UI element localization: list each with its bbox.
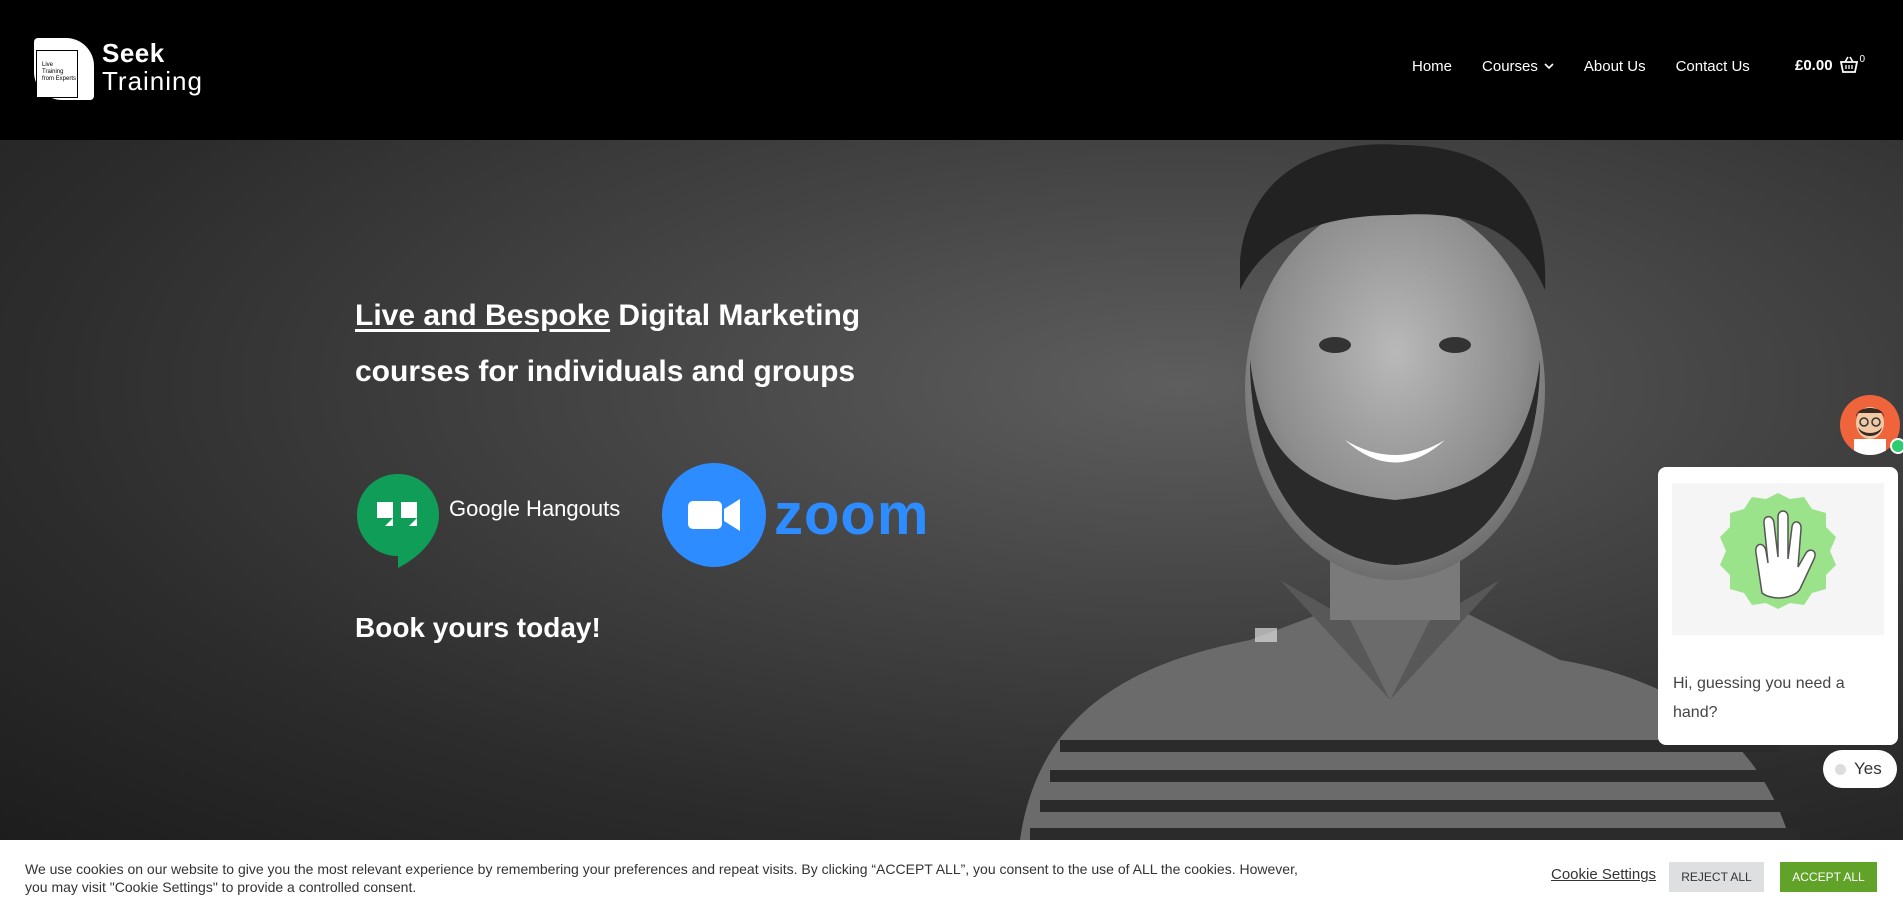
chat-message-card: Hi, guessing you need a hand? — [1658, 467, 1898, 745]
nav-home[interactable]: Home — [1412, 58, 1452, 75]
cart-count: 0 — [1859, 53, 1866, 65]
reject-all-button[interactable]: REJECT ALL — [1669, 862, 1764, 892]
logo-tagline: Live Training from Experts — [42, 62, 77, 82]
radio-icon — [1835, 763, 1846, 775]
logo-word-training: Training — [102, 66, 203, 96]
logo-word-seek: Seek — [102, 38, 165, 68]
zoom-camera-icon — [662, 463, 766, 567]
cookie-settings-link[interactable]: Cookie Settings — [1551, 866, 1656, 883]
zoom-label: zoom — [774, 482, 930, 547]
google-hangouts-logo: Google Hangouts — [355, 468, 625, 568]
site-logo[interactable]: Live Training from Experts Seek Training — [34, 38, 204, 104]
nav-courses[interactable]: Courses — [1482, 58, 1554, 75]
hangouts-label: Google Hangouts — [449, 496, 621, 521]
hero-cta-text: Book yours today! — [355, 612, 601, 643]
cookie-banner: We use cookies on our website to give yo… — [0, 840, 1903, 912]
accept-all-button[interactable]: ACCEPT ALL — [1780, 862, 1877, 892]
cookie-text: We use cookies on our website to give yo… — [25, 861, 1298, 895]
chevron-down-icon — [1544, 61, 1554, 73]
chat-greeting: Hi, guessing you need a hand? — [1673, 675, 1845, 721]
cart-button[interactable]: £0.00 0 — [1795, 53, 1866, 74]
zoom-logo: zoom — [662, 463, 942, 573]
hero-heading: Live and Bespoke Digital Marketing cours… — [355, 299, 861, 388]
nav-about-us[interactable]: About Us — [1584, 58, 1646, 75]
chat-reply-yes-button[interactable]: Yes — [1823, 750, 1897, 788]
main-nav: Home Courses About Us Contact Us — [1412, 58, 1780, 75]
waving-hand-icon — [1720, 493, 1836, 609]
site-header: Live Training from Experts Seek Training… — [0, 0, 1903, 140]
nav-contact-us[interactable]: Contact Us — [1676, 58, 1750, 75]
online-status-dot — [1890, 438, 1903, 454]
hangouts-icon — [357, 474, 439, 568]
logo-mark: Live Training from Experts — [34, 38, 94, 100]
hero-section: Live and Bespoke Digital Marketing cours… — [0, 140, 1903, 840]
basket-icon — [1839, 56, 1859, 74]
hero-heading-link[interactable]: Live and Bespoke — [355, 299, 610, 332]
cart-total: £0.00 — [1795, 56, 1833, 74]
chat-wave-image — [1672, 483, 1884, 635]
